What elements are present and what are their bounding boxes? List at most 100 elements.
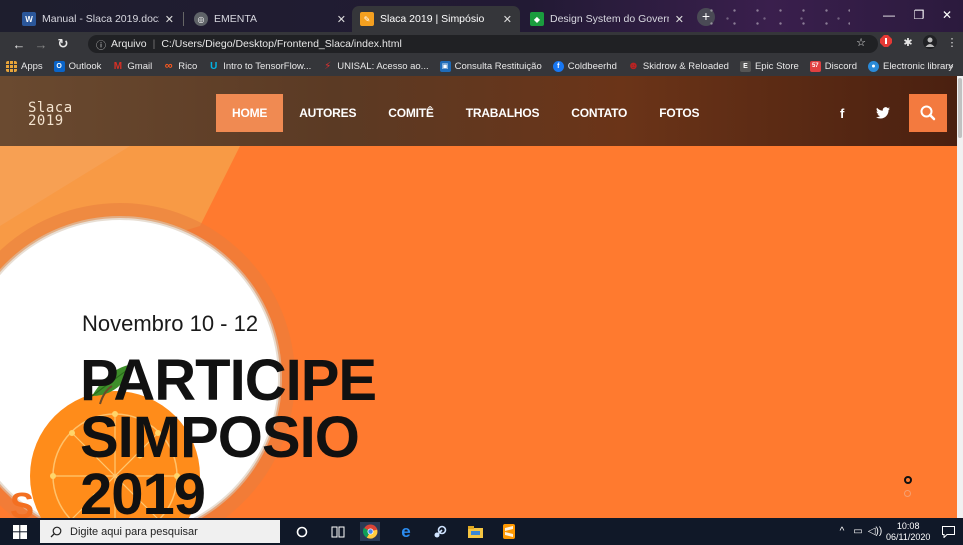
- bookmark-skidrow[interactable]: ☻ Skidrow & Reloaded: [627, 60, 729, 72]
- skidrow-icon: ☻: [627, 60, 640, 72]
- url-scheme-label: Arquivo: [111, 38, 147, 50]
- slaca-icon: ✎: [360, 12, 374, 26]
- address-bar-row: ← → ↻ ⓘ Arquivo | C:/Users/Diego/Desktop…: [0, 32, 963, 56]
- volume-icon[interactable]: ◁)): [865, 522, 885, 541]
- tab-ementa[interactable]: ◎ EMENTA ✕: [186, 6, 354, 32]
- slider-dot[interactable]: [904, 490, 911, 497]
- tab-title: Manual - Slaca 2019.docx - Micro: [42, 13, 159, 25]
- apps-grid-icon: [6, 60, 17, 72]
- reload-icon[interactable]: ↻: [52, 36, 74, 52]
- bookmark-epic-store[interactable]: E Epic Store: [739, 60, 799, 72]
- url-field[interactable]: ⓘ Arquivo | C:/Users/Diego/Desktop/Front…: [88, 35, 878, 53]
- slider-dot-active[interactable]: [904, 476, 912, 484]
- menu-item-trabalhos[interactable]: TRABALHOS: [450, 94, 556, 132]
- bookmark-electronic-library[interactable]: ● Electronic library: [867, 60, 953, 72]
- bookmark-label: Gmail: [127, 60, 153, 72]
- adblock-extension-icon[interactable]: [878, 35, 894, 51]
- tab-close-icon[interactable]: ✕: [337, 13, 346, 26]
- tab-close-icon[interactable]: ✕: [675, 13, 684, 26]
- bookmark-label: Apps: [21, 60, 43, 72]
- unisal-icon: ⚡: [324, 60, 332, 72]
- tab-divider: [183, 12, 184, 26]
- cortana-icon[interactable]: [292, 522, 312, 541]
- bookmark-gmail[interactable]: M Gmail: [112, 61, 152, 72]
- bookmark-label: UNISAL: Acesso ao...: [337, 60, 429, 72]
- receita-icon: ▣: [439, 60, 451, 72]
- page-scrollbar[interactable]: [957, 76, 963, 518]
- hero-title-line-2: SIMPOSIO: [80, 405, 360, 470]
- tab-close-icon[interactable]: ✕: [503, 13, 512, 26]
- file-explorer-icon[interactable]: [465, 522, 485, 541]
- bookmark-discord[interactable]: 57 Discord: [809, 60, 857, 72]
- info-icon[interactable]: ⓘ: [96, 37, 106, 52]
- taskbar-clock[interactable]: 10:08 06/11/2020: [886, 521, 930, 543]
- hero-title-line-3: 2019: [80, 462, 206, 519]
- bookmark-star-icon[interactable]: ☆: [853, 35, 869, 51]
- sublime-text-icon[interactable]: [499, 522, 519, 541]
- hero-title: PARTICIPE SIMPOSIO 2019: [80, 348, 377, 519]
- forward-arrow-icon[interactable]: →: [30, 37, 52, 52]
- bookmark-label: Skidrow & Reloaded: [642, 60, 729, 72]
- url-divider: |: [152, 38, 156, 50]
- tab-close-icon[interactable]: ✕: [165, 13, 174, 26]
- menu-item-autores[interactable]: AUTORES: [283, 94, 372, 132]
- profile-avatar-icon[interactable]: [922, 35, 938, 51]
- discord-icon: 57: [809, 60, 821, 72]
- search-button[interactable]: [909, 94, 947, 132]
- bookmark-label: Discord: [824, 60, 857, 72]
- bookmark-unisal[interactable]: ⚡ UNISAL: Acesso ao...: [322, 61, 428, 72]
- bookmark-consulta[interactable]: ▣ Consulta Restituição: [439, 60, 542, 72]
- bookmarks-bar: Apps O Outlook M Gmail ∞ Rico U Intro to…: [0, 56, 963, 76]
- clock-time: 10:08: [896, 521, 920, 531]
- edge-icon[interactable]: e: [396, 522, 416, 541]
- tab-title: Design System do Governo Fede: [550, 13, 669, 25]
- windows-taskbar: Digite aqui para pesquisar e ^ ▭ ◁)) 10:…: [0, 518, 963, 545]
- menu-item-contato[interactable]: CONTATO: [555, 94, 643, 132]
- menu-item-comite[interactable]: COMITÊ: [372, 94, 449, 132]
- taskbar-search-placeholder: Digite aqui para pesquisar: [70, 525, 198, 538]
- tab-slaca-active[interactable]: ✎ Slaca 2019 | Simpósio ✕: [352, 6, 520, 32]
- bookmark-rico[interactable]: ∞ Rico: [163, 60, 197, 72]
- outlook-icon: O: [53, 60, 65, 72]
- chrome-menu-icon[interactable]: ⋮: [944, 35, 960, 51]
- menu-item-fotos[interactable]: FOTOS: [643, 94, 715, 132]
- word-icon: W: [22, 12, 36, 26]
- event-date: Novembro 10 - 12: [82, 311, 259, 336]
- notifications-icon[interactable]: [938, 522, 958, 541]
- tab-design-system[interactable]: ◆ Design System do Governo Fede ✕: [522, 6, 692, 32]
- task-view-icon[interactable]: [328, 522, 348, 541]
- tab-title: EMENTA: [214, 13, 257, 25]
- scrollbar-thumb[interactable]: [958, 78, 962, 138]
- site-logo[interactable]: Slaca 2019: [28, 101, 73, 128]
- steam-icon[interactable]: [430, 522, 450, 541]
- minimize-button[interactable]: —: [875, 4, 903, 26]
- udacity-icon: U: [210, 60, 218, 72]
- menu-item-home[interactable]: HOME: [216, 94, 284, 132]
- extensions-puzzle-icon[interactable]: ✱: [900, 35, 916, 51]
- twitter-icon[interactable]: [876, 107, 890, 122]
- chrome-taskbar-icon[interactable]: [360, 522, 380, 541]
- close-window-button[interactable]: ✕: [933, 4, 961, 26]
- maximize-button[interactable]: ❐: [905, 4, 933, 26]
- facebook-icon[interactable]: f: [840, 106, 844, 121]
- tab-word-document[interactable]: W Manual - Slaca 2019.docx - Micro ✕: [14, 6, 182, 32]
- library-icon: ●: [867, 60, 879, 72]
- tab-title: Slaca 2019 | Simpósio: [380, 13, 485, 25]
- windows-start-icon[interactable]: [10, 522, 30, 541]
- hero-title-line-1: PARTICIPE: [80, 348, 377, 413]
- site-header: Slaca 2019 HOME AUTORES COMITÊ TRABALHOS…: [0, 76, 957, 146]
- bookmark-coldbeerhd[interactable]: f Coldbeerhd: [552, 60, 617, 72]
- main-menu: HOME AUTORES COMITÊ TRABALHOS CONTATO FO…: [216, 94, 715, 132]
- browser-tab-bar: W Manual - Slaca 2019.docx - Micro ✕ ◎ E…: [0, 0, 963, 32]
- bookmark-tensorflow[interactable]: U Intro to TensorFlow...: [208, 61, 311, 72]
- rico-icon: ∞: [164, 60, 173, 72]
- bookmarks-overflow-icon[interactable]: »: [948, 61, 953, 72]
- back-arrow-icon[interactable]: ←: [8, 37, 30, 52]
- new-tab-button[interactable]: +: [697, 8, 715, 26]
- bookmark-outlook[interactable]: O Outlook: [53, 60, 101, 72]
- facebook-icon: f: [552, 60, 564, 72]
- web-page: S Slaca 2019 HOME AUTORES COMITÊ TRABALH…: [0, 76, 963, 518]
- taskbar-search-field[interactable]: Digite aqui para pesquisar: [40, 520, 280, 543]
- bookmark-apps[interactable]: Apps: [6, 60, 43, 72]
- epic-icon: E: [739, 60, 751, 72]
